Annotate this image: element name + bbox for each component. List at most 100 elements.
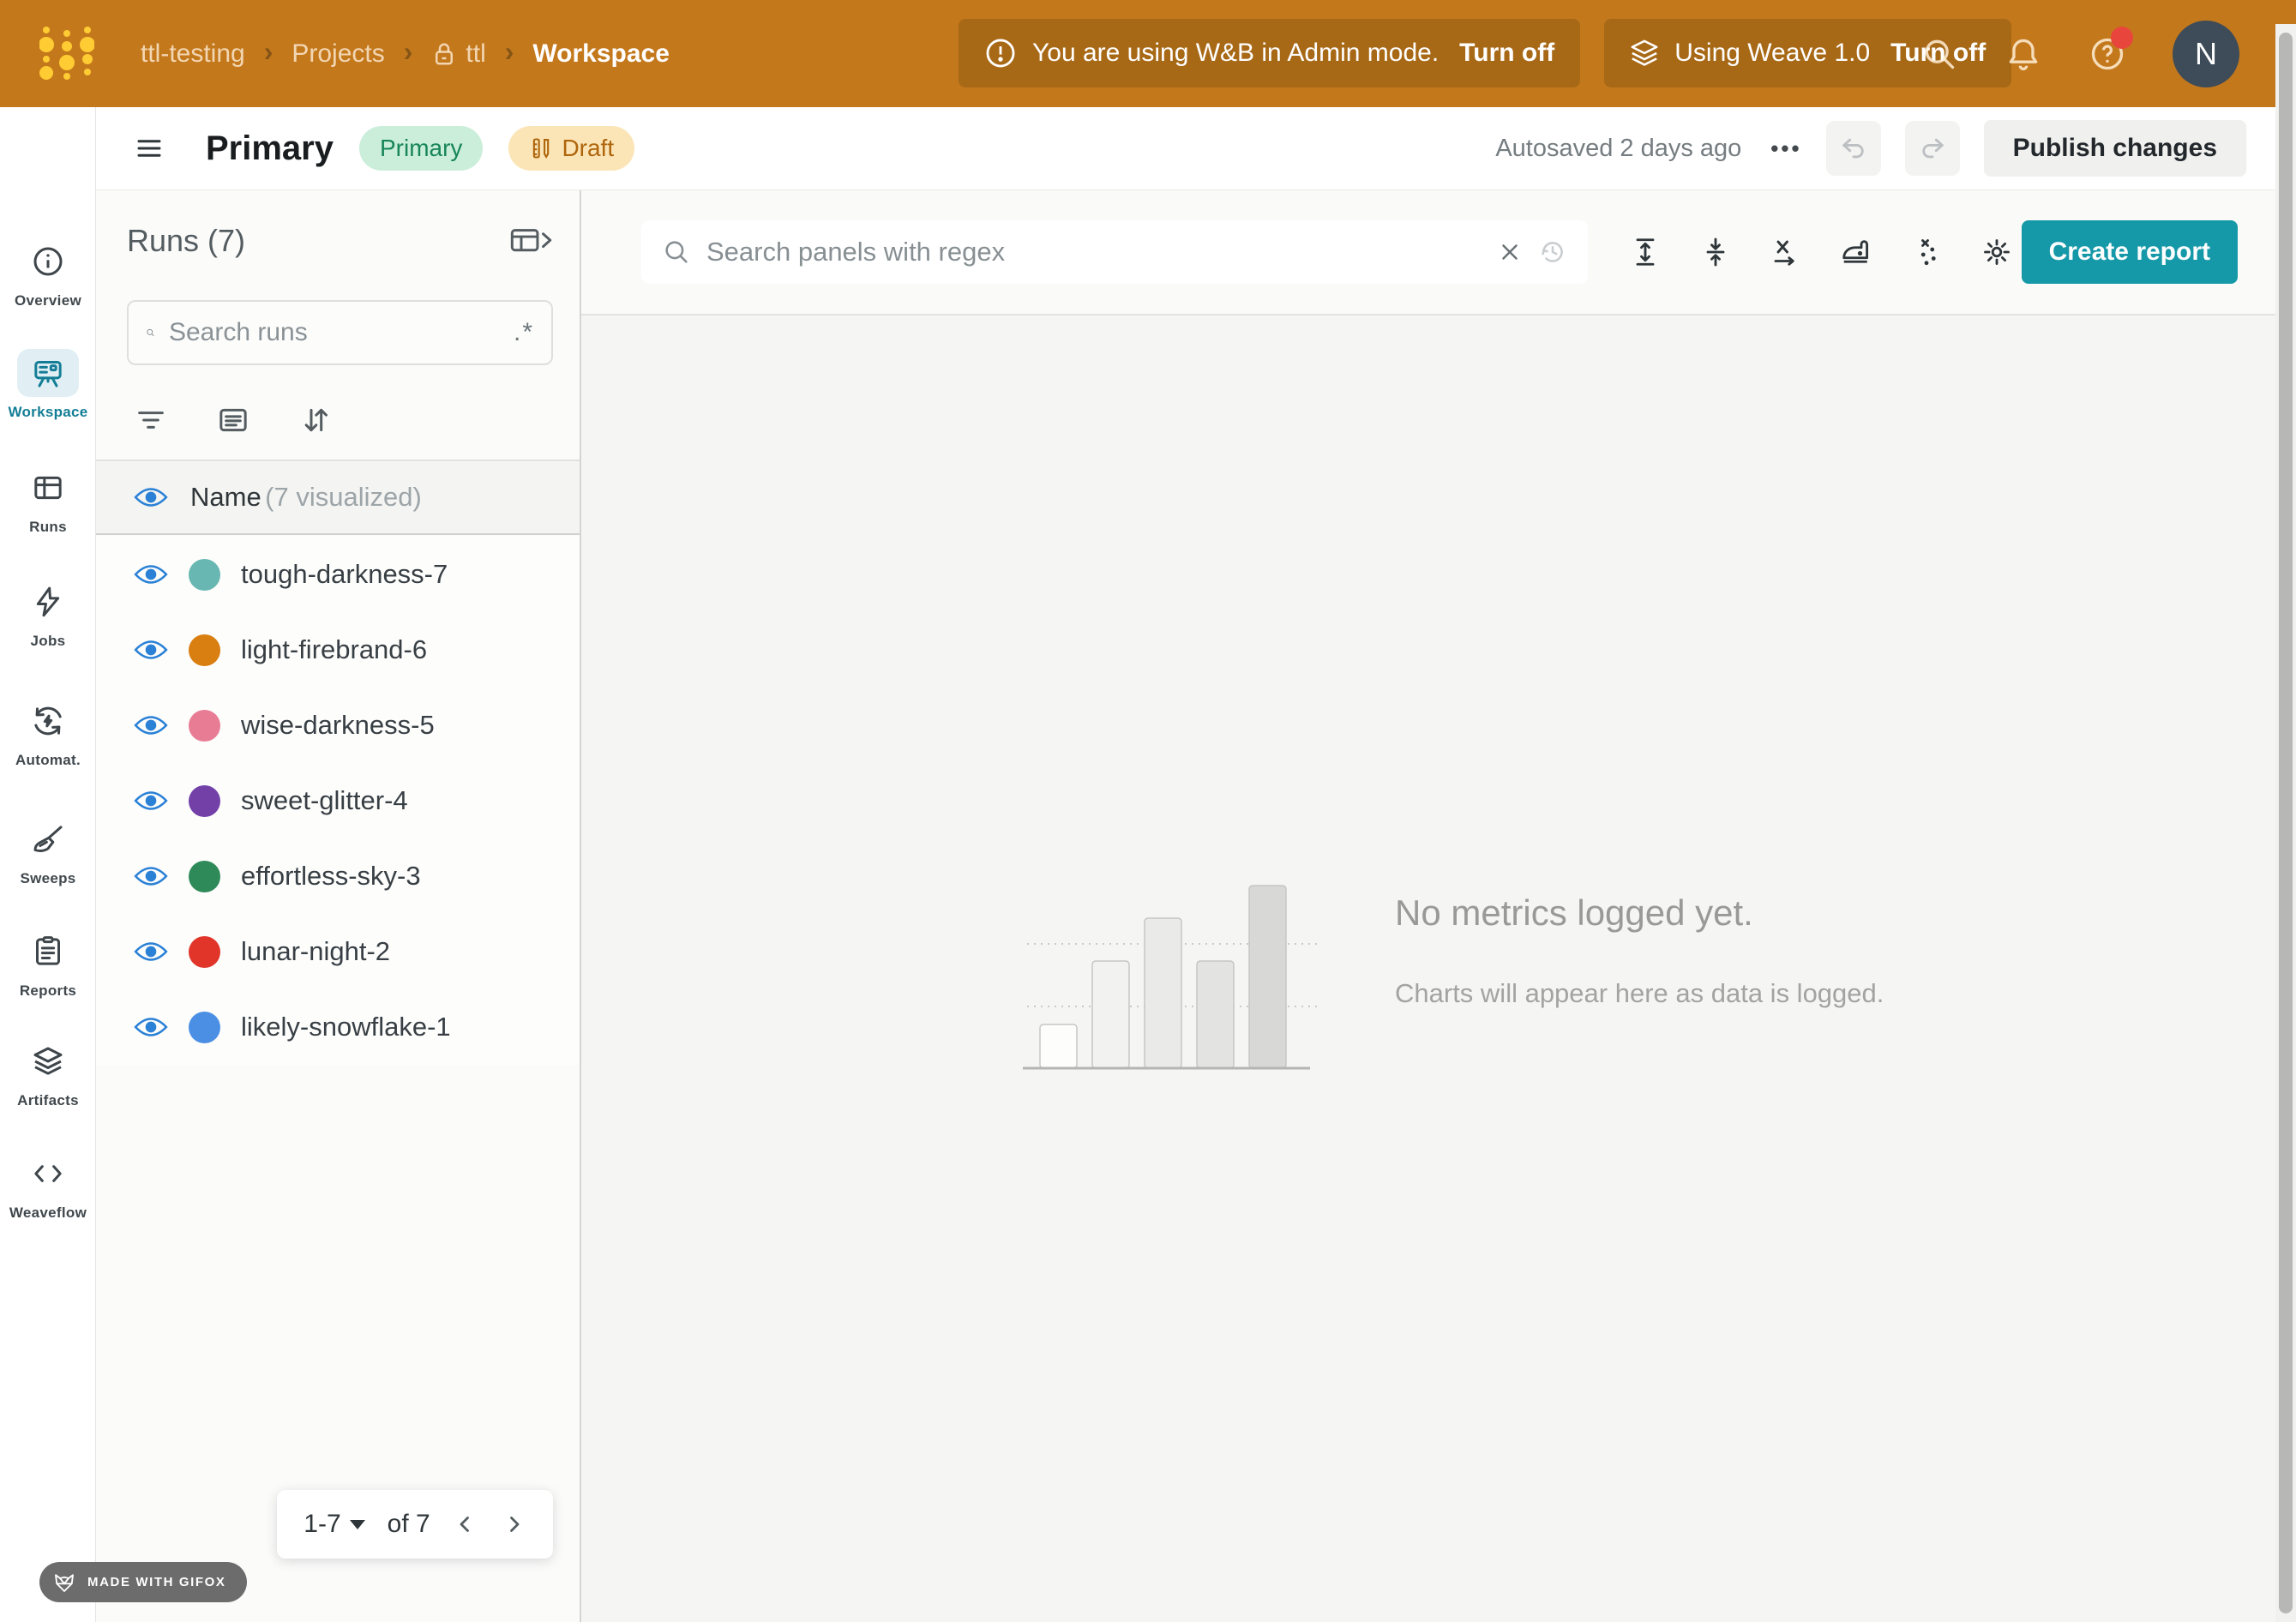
visibility-eye-icon[interactable] [134, 638, 168, 662]
page-title: Primary [206, 129, 334, 168]
sidebar-item-jobs[interactable]: Jobs [0, 578, 96, 650]
publish-changes-button[interactable]: Publish changes [1984, 120, 2246, 177]
breadcrumb-project[interactable]: ttl [431, 39, 485, 69]
wandb-logo-icon[interactable] [39, 24, 94, 82]
run-row[interactable]: tough-darkness-7 [96, 537, 580, 612]
expand-panels-icon[interactable] [1629, 237, 1662, 267]
column-header-name[interactable]: Name [190, 482, 261, 512]
sidebar-item-workspace[interactable]: Workspace [0, 349, 96, 421]
create-report-button[interactable]: Create report [2022, 220, 2238, 284]
next-page-button[interactable] [501, 1511, 526, 1537]
page-range-dropdown[interactable]: 1-7 [304, 1510, 364, 1539]
run-color-dot [189, 785, 220, 817]
top-bar: ttl-testing › Projects › ttl › Workspace… [0, 0, 2296, 107]
search-icon [662, 237, 691, 267]
run-row[interactable]: light-firebrand-6 [96, 612, 580, 688]
breadcrumb: ttl-testing › Projects › ttl › Workspace [141, 0, 670, 107]
panels-toolbar: Create report [581, 190, 2296, 315]
layers-icon [1630, 39, 1659, 68]
table-icon [17, 464, 79, 512]
empty-state-subtitle: Charts will appear here as data is logge… [1395, 978, 1884, 1009]
runs-count-title: Runs (7) [127, 223, 245, 259]
scrollbar-track[interactable] [2275, 24, 2296, 1622]
warning-icon [984, 37, 1017, 69]
visibility-eye-icon[interactable] [134, 485, 168, 509]
outliers-icon[interactable] [1910, 237, 1943, 267]
avatar[interactable]: N [2173, 21, 2239, 87]
visibility-eye-icon[interactable] [134, 940, 168, 964]
automations-icon [17, 697, 79, 745]
run-row[interactable]: lunar-night-2 [96, 914, 580, 989]
help-icon[interactable] [2089, 35, 2126, 73]
regex-toggle[interactable]: .* [514, 318, 534, 347]
filter-icon[interactable] [134, 403, 168, 437]
visible-columns-icon[interactable] [216, 403, 250, 437]
breadcrumb-separator: › [264, 36, 273, 68]
settings-gear-icon[interactable] [1980, 237, 2013, 267]
breadcrumb-projects[interactable]: Projects [292, 39, 384, 69]
sidebar-item-reports[interactable]: Reports [0, 928, 96, 1000]
run-row[interactable]: likely-snowflake-1 [96, 989, 580, 1065]
expand-table-icon[interactable] [509, 224, 557, 258]
gifox-badge: MADE WITH GIFOX [39, 1562, 247, 1602]
pagination: 1-7 of 7 [277, 1490, 553, 1559]
run-name[interactable]: sweet-glitter-4 [241, 785, 408, 816]
run-color-dot [189, 559, 220, 591]
clear-search-icon[interactable] [1497, 239, 1523, 265]
wandb-workspace-app: ttl-testing › Projects › ttl › Workspace… [0, 0, 2296, 1622]
notifications-bell-icon[interactable] [2004, 35, 2042, 73]
panel-search-box [641, 220, 1588, 284]
runs-search-box: .* [127, 300, 553, 365]
visibility-eye-icon[interactable] [134, 562, 168, 586]
run-name[interactable]: likely-snowflake-1 [241, 1012, 451, 1042]
run-color-dot [189, 1012, 220, 1043]
undo-button[interactable] [1826, 121, 1881, 176]
run-row[interactable]: wise-darkness-5 [96, 688, 580, 763]
page-total: of 7 [388, 1510, 430, 1539]
run-name[interactable]: effortless-sky-3 [241, 861, 421, 892]
sidebar-item-artifacts[interactable]: Artifacts [0, 1037, 96, 1109]
runs-search-input[interactable] [169, 318, 500, 347]
breadcrumb-separator: › [505, 36, 514, 68]
visibility-eye-icon[interactable] [134, 789, 168, 813]
scrollbar-thumb[interactable] [2279, 33, 2293, 1613]
runs-table-header: Name (7 visualized) [96, 461, 580, 535]
search-icon[interactable] [1920, 35, 1958, 73]
x-axis-settings-icon[interactable] [1770, 237, 1802, 267]
layers-icon [17, 1037, 79, 1085]
menu-icon[interactable] [134, 133, 165, 164]
breadcrumb-team[interactable]: ttl-testing [141, 39, 245, 69]
sidebar-item-weaveflow[interactable]: Weaveflow [0, 1150, 96, 1222]
smoothing-iron-icon[interactable] [1840, 237, 1872, 267]
lock-icon [431, 41, 457, 67]
chevron-down-icon [350, 1520, 365, 1529]
admin-turn-off-button[interactable]: Turn off [1459, 39, 1554, 68]
sort-icon[interactable] [298, 403, 333, 437]
weave-banner-text: Using Weave 1.0 [1674, 39, 1870, 68]
redo-button[interactable] [1905, 121, 1960, 176]
undo-icon [1839, 134, 1868, 163]
info-icon [17, 237, 79, 285]
search-history-icon[interactable] [1538, 237, 1567, 267]
panels-area: No metrics logged yet. Charts will appea… [581, 315, 2296, 1622]
visualized-count: (7 visualized) [265, 482, 422, 512]
run-name[interactable]: light-firebrand-6 [241, 634, 427, 665]
run-name[interactable]: wise-darkness-5 [241, 710, 435, 741]
sidebar-item-automations[interactable]: Automat. [0, 697, 96, 769]
more-options-icon[interactable]: ••• [1770, 135, 1801, 162]
sidebar-item-sweeps[interactable]: Sweeps [0, 815, 96, 887]
visibility-eye-icon[interactable] [134, 713, 168, 737]
visibility-eye-icon[interactable] [134, 864, 168, 888]
run-row[interactable]: sweet-glitter-4 [96, 763, 580, 838]
code-icon [17, 1150, 79, 1198]
visibility-eye-icon[interactable] [134, 1015, 168, 1039]
sidebar-item-overview[interactable]: Overview [0, 237, 96, 309]
panel-search-input[interactable] [706, 237, 1482, 267]
run-name[interactable]: lunar-night-2 [241, 936, 390, 967]
run-row[interactable]: effortless-sky-3 [96, 838, 580, 914]
pencil-ruler-icon [529, 136, 553, 160]
collapse-panels-icon[interactable] [1699, 237, 1732, 267]
sidebar-item-runs[interactable]: Runs [0, 464, 96, 536]
previous-page-button[interactable] [453, 1511, 478, 1537]
run-name[interactable]: tough-darkness-7 [241, 559, 448, 590]
